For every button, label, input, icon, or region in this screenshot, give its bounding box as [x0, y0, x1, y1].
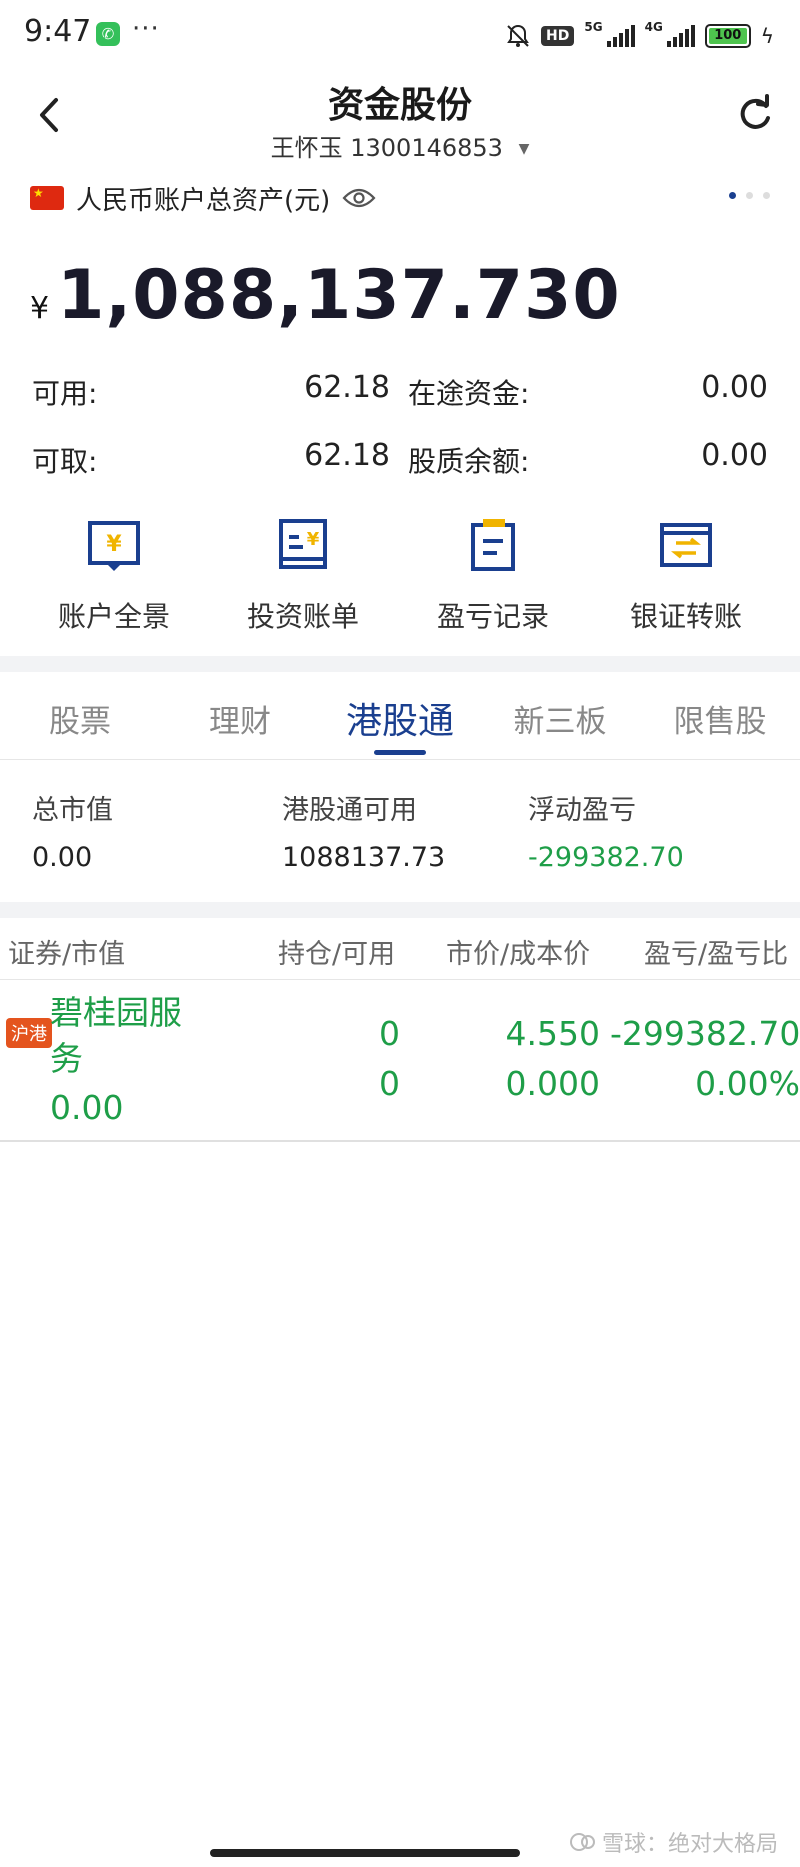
holdings-table-header: 证券/市值 持仓/可用 市价/成本价 盈亏/盈亏比 [0, 918, 800, 980]
cost-price: 0.000 [505, 1064, 600, 1103]
charging-icon: ϟ [760, 24, 774, 48]
battery-level: 100 [708, 28, 747, 44]
stock-market-value: 0.00 [50, 1088, 124, 1127]
withdrawable-value: 62.18 [304, 438, 390, 473]
account-number: 1300146853 [350, 134, 503, 162]
column-header[interactable]: 证券/市值 [8, 932, 125, 971]
column-header[interactable]: 市价/成本价 [446, 932, 590, 971]
pledge-balance-label: 股质余额: [408, 445, 530, 478]
home-indicator[interactable] [210, 1849, 520, 1857]
page-header: 资金股份 王怀玉 1300146853 ▼ [0, 70, 800, 170]
summary-label: 港股通可用 [282, 795, 417, 826]
quick-action-label: 盈亏记录 [436, 600, 549, 633]
china-flag-icon [30, 186, 64, 210]
pnl-ratio: 0.00% [695, 1064, 800, 1103]
pledge-balance-value: 0.00 [701, 438, 768, 473]
holding-qty: 0 [379, 1014, 400, 1053]
dropdown-caret-icon: ▼ [518, 141, 530, 157]
investment-bill-icon: ¥ [279, 519, 327, 569]
market-price: 4.550 [505, 1014, 600, 1053]
in-transit-value: 0.00 [701, 370, 768, 405]
available-label: 可用: [32, 377, 98, 410]
tab-hk-connect[interactable]: 港股通 [320, 692, 480, 744]
total-assets-value: 1,088,137.730 [57, 256, 621, 335]
status-icons: HD 5G 4G 100 ϟ [505, 20, 774, 52]
tab-neeq[interactable]: 新三板 [480, 696, 640, 741]
floating-pnl: -299382.70 [528, 842, 684, 873]
in-transit-label: 在途资金: [408, 377, 530, 410]
available-value: 62.18 [304, 370, 390, 405]
section-divider [0, 656, 800, 672]
withdrawable-label: 可取: [32, 445, 98, 478]
page-indicator [729, 192, 770, 199]
stock-name: 碧桂园服务 [50, 993, 182, 1078]
network-5g-label: 5G [584, 20, 603, 34]
pnl-amount: -299382.70 [610, 1014, 800, 1053]
page-title: 资金股份 [327, 85, 472, 126]
currency-symbol: ¥ [30, 291, 50, 326]
tab-restricted-shares[interactable]: 限售股 [640, 696, 800, 741]
quick-action-profit-loss-record[interactable]: 盈亏记录 [393, 515, 593, 635]
quick-action-bank-transfer[interactable]: 银证转账 [586, 515, 786, 635]
quick-action-label: 账户全景 [57, 600, 170, 633]
available-qty: 0 [379, 1064, 400, 1103]
quick-action-label: 投资账单 [246, 600, 359, 633]
total-assets-header: 人民币账户总资产(元) [30, 178, 376, 218]
market-badge: 沪港 [6, 1018, 52, 1048]
holdings-tabs: 股票 理财 港股通 新三板 限售股 [0, 672, 800, 760]
section-divider [0, 902, 800, 918]
account-name: 王怀玉 [270, 134, 343, 162]
call-icon: ✆ [96, 22, 120, 46]
network-4g-label: 4G [644, 20, 663, 34]
account-overview-icon: ¥ [88, 521, 140, 571]
column-header[interactable]: 持仓/可用 [278, 932, 395, 971]
status-bar: 9:47 ✆ ··· HD 5G 4G 100 ϟ [0, 0, 800, 70]
eye-icon[interactable] [342, 186, 376, 210]
snowball-logo-icon [569, 1833, 595, 1851]
profit-loss-record-icon [471, 519, 515, 571]
quick-action-label: 银证转账 [629, 600, 742, 633]
hd-voice-icon: HD [541, 26, 575, 46]
watermark-text: 雪球：绝对大格局 [601, 1832, 778, 1857]
tab-stocks[interactable]: 股票 [0, 696, 160, 741]
signal-4g-icon [666, 25, 695, 47]
total-assets: ¥ 1,088,137.730 [30, 256, 621, 335]
summary-label: 总市值 [32, 795, 113, 826]
table-row[interactable]: 沪港 碧桂园服务 0.00 0 0 4.550 0.000 -299382.70… [0, 980, 800, 1142]
silent-bell-icon [507, 24, 529, 47]
more-notifications-icon: ··· [132, 14, 160, 44]
signal-5g-icon [606, 25, 635, 47]
watermark: 雪球：绝对大格局 [569, 1826, 778, 1858]
tab-wealth[interactable]: 理财 [160, 696, 320, 741]
svg-text:¥: ¥ [307, 529, 320, 550]
hk-connect-available: 1088137.73 [282, 842, 446, 873]
bank-transfer-icon [660, 523, 712, 567]
active-tab-indicator [374, 750, 426, 755]
summary-label: 浮动盈亏 [528, 795, 636, 826]
svg-text:¥: ¥ [106, 532, 122, 557]
quick-action-investment-bill[interactable]: ¥ 投资账单 [203, 515, 403, 635]
quick-action-account-overview[interactable]: ¥ 账户全景 [14, 515, 214, 635]
account-selector[interactable]: 王怀玉 1300146853 ▼ [0, 128, 800, 163]
total-market-value: 0.00 [32, 842, 93, 873]
status-time: 9:47 [24, 14, 92, 49]
refresh-icon[interactable] [732, 92, 776, 136]
total-assets-label: 人民币账户总资产(元) [76, 185, 331, 216]
column-header[interactable]: 盈亏/盈亏比 [644, 932, 800, 971]
battery-icon: 100 [704, 24, 751, 48]
